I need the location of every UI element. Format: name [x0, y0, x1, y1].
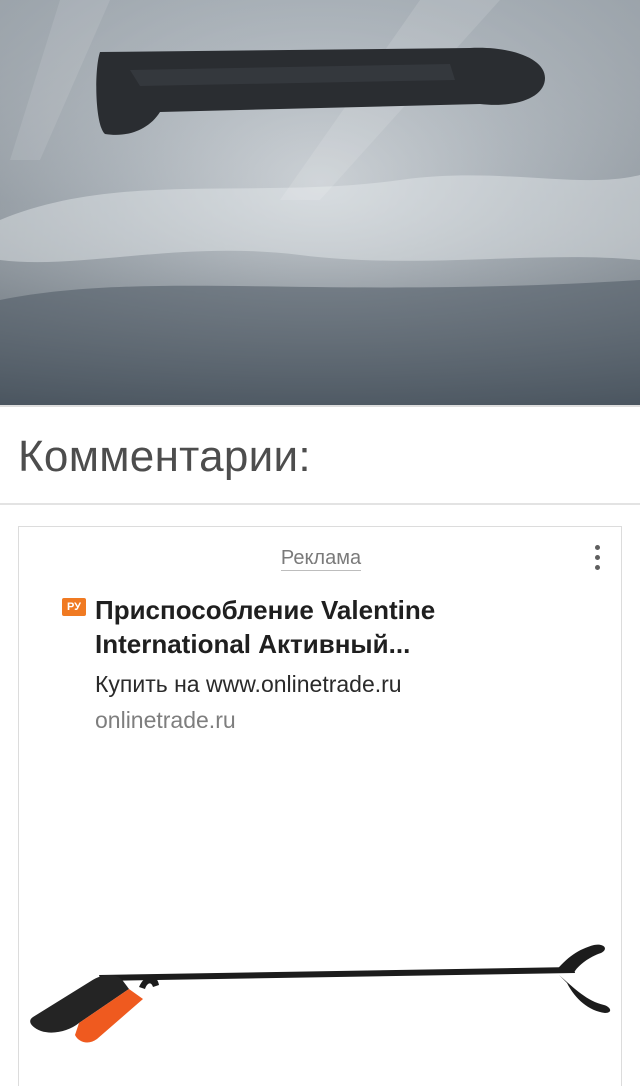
divider — [0, 503, 640, 505]
ad-title-link[interactable]: Приспособление Valentine International А… — [95, 593, 565, 661]
ad-label: Реклама — [19, 547, 623, 571]
ad-domain[interactable]: onlinetrade.ru — [95, 707, 236, 734]
ad-subtitle[interactable]: Купить на www.onlinetrade.ru — [95, 671, 402, 698]
more-vertical-icon[interactable] — [591, 545, 603, 573]
article-image[interactable] — [0, 0, 640, 405]
hero-photo — [0, 0, 640, 405]
divider — [0, 405, 640, 407]
ad-label-text: Реклама — [280, 547, 362, 571]
product-image[interactable] — [19, 927, 623, 1087]
comments-heading: Комментарии: — [18, 432, 311, 481]
ad-card[interactable]: Реклама РУ Приспособление Valentine Inte… — [18, 526, 622, 1086]
ad-badge: РУ — [62, 598, 86, 616]
